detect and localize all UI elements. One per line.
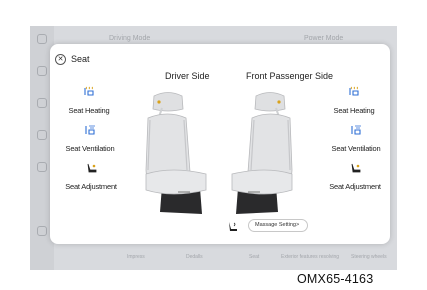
- image-reference-code: OMX65-4163: [297, 272, 374, 286]
- seat-ventilation-icon: [85, 125, 95, 135]
- background-footer-item[interactable]: Steering wheels: [351, 254, 387, 260]
- background-footer-item[interactable]: Seat: [249, 254, 259, 260]
- passenger-side-label: Front Passenger Side: [246, 71, 334, 81]
- massage-setting-label: Massage Setting: [255, 222, 296, 228]
- passenger-seat-adjustment-button[interactable]: Seat Adjustment: [314, 162, 390, 194]
- seat-heating-icon: [349, 86, 359, 96]
- settings-icon[interactable]: [37, 226, 47, 236]
- passenger-seat-heating-label: Seat Heating: [333, 106, 375, 115]
- driver-seat-adjustment-label: Seat Adjustment: [65, 182, 117, 191]
- passenger-seat-ventilation-label: Seat Ventilation: [331, 144, 381, 153]
- home-icon[interactable]: [37, 34, 47, 44]
- driver-seat-ventilation-label: Seat Ventilation: [65, 144, 115, 153]
- seat-adjustment-icon: [351, 163, 361, 173]
- car-icon[interactable]: [37, 66, 47, 76]
- passenger-seat-ventilation-button[interactable]: Seat Ventilation: [315, 124, 390, 156]
- passenger-seat-heating-button[interactable]: Seat Heating: [313, 86, 390, 118]
- driver-seat-adjustment-button[interactable]: Seat Adjustment: [50, 162, 132, 194]
- light-icon[interactable]: [37, 98, 47, 108]
- background-header-driving-mode: Driving Mode: [109, 35, 151, 42]
- background-footer-item[interactable]: Impress: [127, 254, 145, 260]
- seat-adjustment-icon: [87, 163, 97, 173]
- driver-seat-heating-button[interactable]: Seat Heating: [50, 86, 130, 118]
- passenger-seat-image: [231, 92, 293, 214]
- seat-heating-icon: [84, 86, 94, 96]
- driver-seat-image: [145, 92, 207, 214]
- climate-icon[interactable]: [37, 130, 47, 140]
- massage-setting-button[interactable]: Massage Setting>: [248, 219, 308, 232]
- driver-seat-ventilation-button[interactable]: Seat Ventilation: [50, 124, 131, 156]
- background-footer-item[interactable]: Exterior features resolving: [281, 254, 339, 260]
- seat-ventilation-icon: [351, 125, 361, 135]
- passenger-seat-adjustment-label: Seat Adjustment: [329, 182, 381, 191]
- chevron-right-icon: >: [295, 222, 300, 228]
- driver-seat-heating-label: Seat Heating: [68, 106, 110, 115]
- seat-dialog: ✕ Seat Driver Side Front Passenger Side …: [50, 44, 390, 244]
- close-icon[interactable]: ✕: [55, 54, 66, 65]
- driver-side-label: Driver Side: [165, 71, 210, 81]
- background-footer-item[interactable]: Dedalls: [186, 254, 203, 260]
- seat-icon[interactable]: [37, 162, 47, 172]
- dialog-title: Seat: [71, 54, 90, 64]
- background-header-power-mode: Power Mode: [304, 35, 344, 42]
- massage-icon[interactable]: [227, 220, 239, 232]
